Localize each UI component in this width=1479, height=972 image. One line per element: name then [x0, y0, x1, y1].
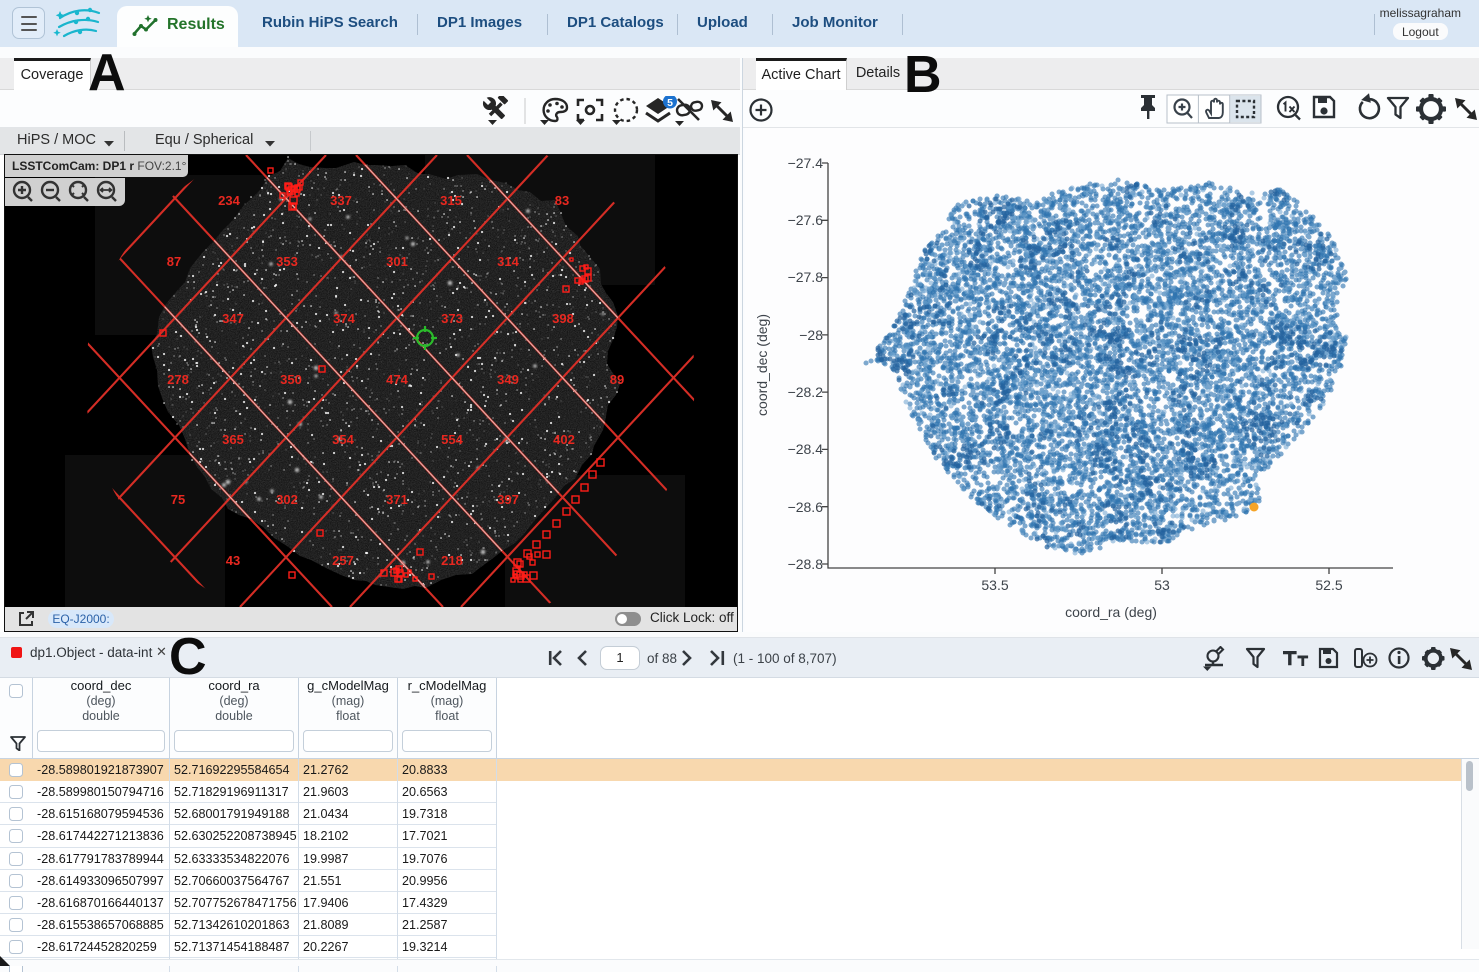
svg-text:234: 234	[218, 193, 240, 208]
svg-text:302: 302	[276, 492, 298, 507]
svg-text:347: 347	[222, 311, 244, 326]
svg-text:−28.2: −28.2	[788, 384, 824, 400]
svg-text:53: 53	[1154, 577, 1170, 593]
svg-text:397: 397	[497, 492, 519, 507]
svg-text:coord_ra (deg): coord_ra (deg)	[1065, 604, 1157, 620]
svg-text:52.5: 52.5	[1315, 577, 1342, 593]
svg-text:374: 374	[333, 311, 355, 326]
svg-text:83: 83	[555, 193, 569, 208]
svg-text:301: 301	[386, 254, 408, 269]
svg-text:373: 373	[441, 311, 463, 326]
svg-text:−28: −28	[799, 327, 823, 343]
svg-text:53.5: 53.5	[981, 577, 1008, 593]
svg-text:350: 350	[280, 372, 302, 387]
svg-text:337: 337	[330, 193, 352, 208]
svg-text:−28.8: −28.8	[788, 556, 824, 572]
svg-text:43: 43	[226, 553, 240, 568]
svg-text:402: 402	[553, 432, 575, 447]
svg-text:398: 398	[552, 311, 574, 326]
svg-text:257: 257	[332, 553, 354, 568]
svg-text:89: 89	[610, 372, 624, 387]
svg-text:371: 371	[386, 492, 408, 507]
svg-text:218: 218	[441, 553, 463, 568]
svg-text:278: 278	[167, 372, 189, 387]
svg-text:354: 354	[332, 432, 354, 447]
svg-text:87: 87	[167, 254, 181, 269]
svg-text:−27.4: −27.4	[788, 155, 824, 171]
svg-text:−27.8: −27.8	[788, 269, 824, 285]
svg-text:314: 314	[497, 254, 519, 269]
svg-text:75: 75	[171, 492, 185, 507]
svg-text:−28.6: −28.6	[788, 499, 824, 515]
svg-text:365: 365	[222, 432, 244, 447]
svg-text:349: 349	[497, 372, 519, 387]
svg-text:554: 554	[441, 432, 463, 447]
svg-text:−27.6: −27.6	[788, 212, 824, 228]
svg-text:coord_dec (deg): coord_dec (deg)	[754, 314, 770, 416]
svg-text:5: 5	[667, 97, 673, 109]
svg-text:−28.4: −28.4	[788, 441, 824, 457]
svg-text:353: 353	[276, 254, 298, 269]
svg-text:474: 474	[386, 372, 408, 387]
svg-text:315: 315	[440, 193, 462, 208]
